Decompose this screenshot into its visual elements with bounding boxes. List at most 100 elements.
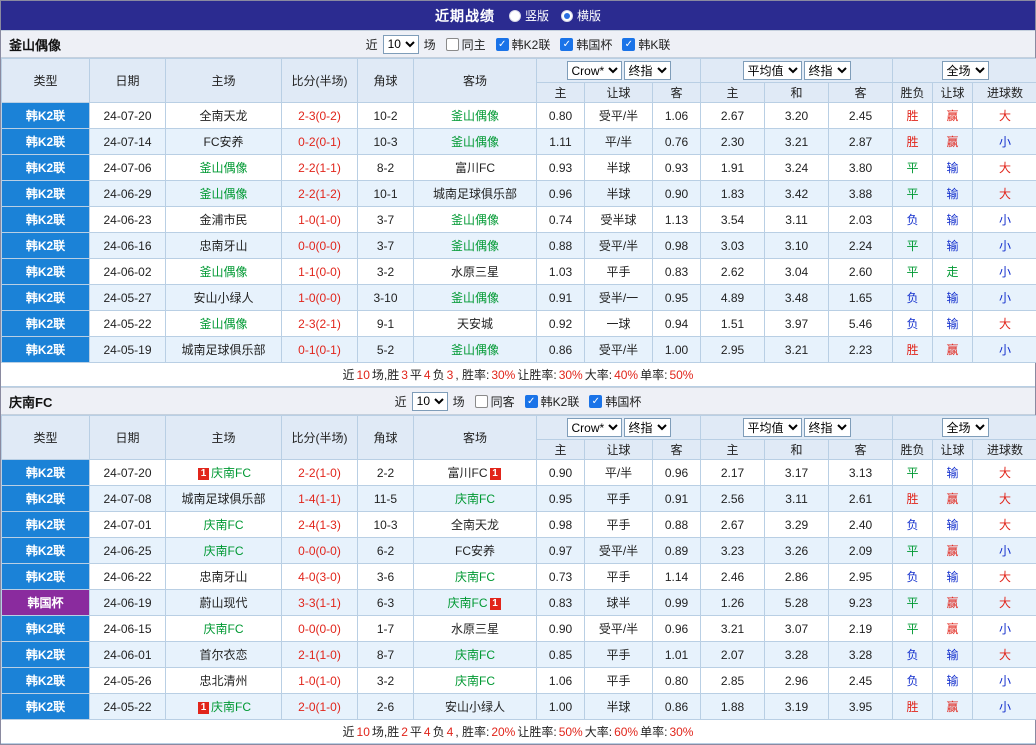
radio-icon[interactable] [561,10,573,22]
home-team-name: 庆南FC [211,466,251,480]
odds-cell: 2.03 [829,207,893,233]
filter-checkbox[interactable]: 同客 [475,393,515,410]
home-team-cell[interactable]: 庆南FC [166,538,282,564]
summary-segment: 30% [668,725,694,739]
sub-header-away-odds: 客 [653,440,701,460]
away-team-name: 釜山偶像 [451,213,499,227]
home-team-cell[interactable]: 釜山偶像 [166,155,282,181]
checkbox-icon[interactable] [475,395,488,408]
away-team-cell[interactable]: 天安城 [414,311,537,337]
away-team-cell[interactable]: 庆南FC [414,486,537,512]
home-team-cell[interactable]: 金浦市民 [166,207,282,233]
home-team-cell[interactable]: 釜山偶像 [166,311,282,337]
away-team-cell[interactable]: 全南天龙 [414,512,537,538]
home-team-cell[interactable]: 1庆南FC [166,460,282,486]
home-team-cell[interactable]: 安山小绿人 [166,285,282,311]
match-date: 24-07-08 [90,486,166,512]
summary-segment: 单率: [639,366,668,383]
home-team-cell[interactable]: 全南天龙 [166,103,282,129]
away-team-cell[interactable]: 富川FC1 [414,460,537,486]
checkbox-icon[interactable]: ✓ [496,38,509,51]
away-team-name: 富川FC [448,466,488,480]
filter-checkbox[interactable]: 同主 [446,36,486,53]
odds-cell: 1.01 [653,642,701,668]
home-team-cell[interactable]: 忠南牙山 [166,233,282,259]
odds-cell: 0.96 [653,616,701,642]
away-team-cell[interactable]: 釜山偶像 [414,129,537,155]
home-team-cell[interactable]: 1庆南FC [166,694,282,720]
corners-cell: 3-2 [358,259,414,285]
home-team-cell[interactable]: 忠南牙山 [166,564,282,590]
index-stage-select[interactable]: 终指 [804,61,851,80]
league-type-cell: 韩K2联 [2,337,90,363]
away-team-cell[interactable]: FC安养 [414,538,537,564]
home-team-name: 忠南牙山 [199,239,247,253]
recent-count-select[interactable]: 10 [412,392,448,411]
result-cell: 负 [893,564,933,590]
bookmaker-select[interactable]: Crow* [567,418,622,437]
index-stage-select[interactable]: 终指 [624,418,671,437]
match-date: 24-06-01 [90,642,166,668]
odds-cell: 3.88 [829,181,893,207]
layout-radio[interactable]: 横版 [561,7,601,24]
odds-cell: 3.80 [829,155,893,181]
result-cell: 平 [893,616,933,642]
result-cell: 胜 [893,694,933,720]
filter-checkbox[interactable]: ✓韩K联 [622,36,670,53]
home-team-cell[interactable]: 庆南FC [166,512,282,538]
away-team-cell[interactable]: 釜山偶像 [414,103,537,129]
away-team-cell[interactable]: 庆南FC [414,668,537,694]
match-row: 韩K2联24-06-16忠南牙山0-0(0-0)3-7釜山偶像0.88受平/半0… [2,233,1036,259]
home-team-cell[interactable]: 庆南FC [166,616,282,642]
filter-checkbox[interactable]: ✓韩国杯 [560,36,612,53]
checkbox-icon[interactable]: ✓ [622,38,635,51]
index-stage-select[interactable]: 终指 [624,61,671,80]
checkbox-icon[interactable]: ✓ [560,38,573,51]
away-team-cell[interactable]: 安山小绿人 [414,694,537,720]
radio-icon[interactable] [509,10,521,22]
home-team-cell[interactable]: 城南足球俱乐部 [166,337,282,363]
scope-select[interactable]: 全场 [942,61,989,80]
filter-checkbox[interactable]: ✓韩国杯 [589,393,641,410]
home-team-cell[interactable]: 蔚山现代 [166,590,282,616]
away-team-cell[interactable]: 水原三星 [414,259,537,285]
away-team-cell[interactable]: 庆南FC [414,564,537,590]
result-cell: 平 [893,233,933,259]
home-team-cell[interactable]: FC安养 [166,129,282,155]
bookmaker-select[interactable]: Crow* [567,61,622,80]
filter-checkbox[interactable]: ✓韩K2联 [496,36,551,53]
layout-radio-group: 竖版横版 [509,7,601,24]
checkbox-icon[interactable] [446,38,459,51]
league-type-cell: 韩K2联 [2,103,90,129]
away-team-cell[interactable]: 庆南FC1 [414,590,537,616]
away-team-cell[interactable]: 釜山偶像 [414,233,537,259]
away-team-cell[interactable]: 水原三星 [414,616,537,642]
home-team-cell[interactable]: 城南足球俱乐部 [166,486,282,512]
away-team-cell[interactable]: 富川FC [414,155,537,181]
home-team-cell[interactable]: 釜山偶像 [166,259,282,285]
result-cell: 胜 [893,337,933,363]
checkbox-icon[interactable]: ✓ [525,395,538,408]
filter-checkbox[interactable]: ✓韩K2联 [525,393,580,410]
odds-cell: 2.86 [765,564,829,590]
summary-segment: 50% [668,368,694,382]
average-select[interactable]: 平均值 [743,418,802,437]
home-team-cell[interactable]: 首尔衣恋 [166,642,282,668]
away-team-cell[interactable]: 釜山偶像 [414,207,537,233]
checkbox-icon[interactable]: ✓ [589,395,602,408]
average-select[interactable]: 平均值 [743,61,802,80]
home-team-cell[interactable]: 釜山偶像 [166,181,282,207]
index-stage-select[interactable]: 终指 [804,418,851,437]
home-team-cell[interactable]: 忠北清州 [166,668,282,694]
away-team-name: 全南天龙 [451,518,499,532]
scope-select[interactable]: 全场 [942,418,989,437]
away-team-cell[interactable]: 釜山偶像 [414,337,537,363]
away-team-cell[interactable]: 城南足球俱乐部 [414,181,537,207]
result-cell: 输 [933,564,973,590]
recent-count-select[interactable]: 10 [383,35,419,54]
result-cell: 负 [893,642,933,668]
result-cell: 小 [973,337,1036,363]
layout-radio[interactable]: 竖版 [509,7,549,24]
away-team-cell[interactable]: 釜山偶像 [414,285,537,311]
away-team-cell[interactable]: 庆南FC [414,642,537,668]
